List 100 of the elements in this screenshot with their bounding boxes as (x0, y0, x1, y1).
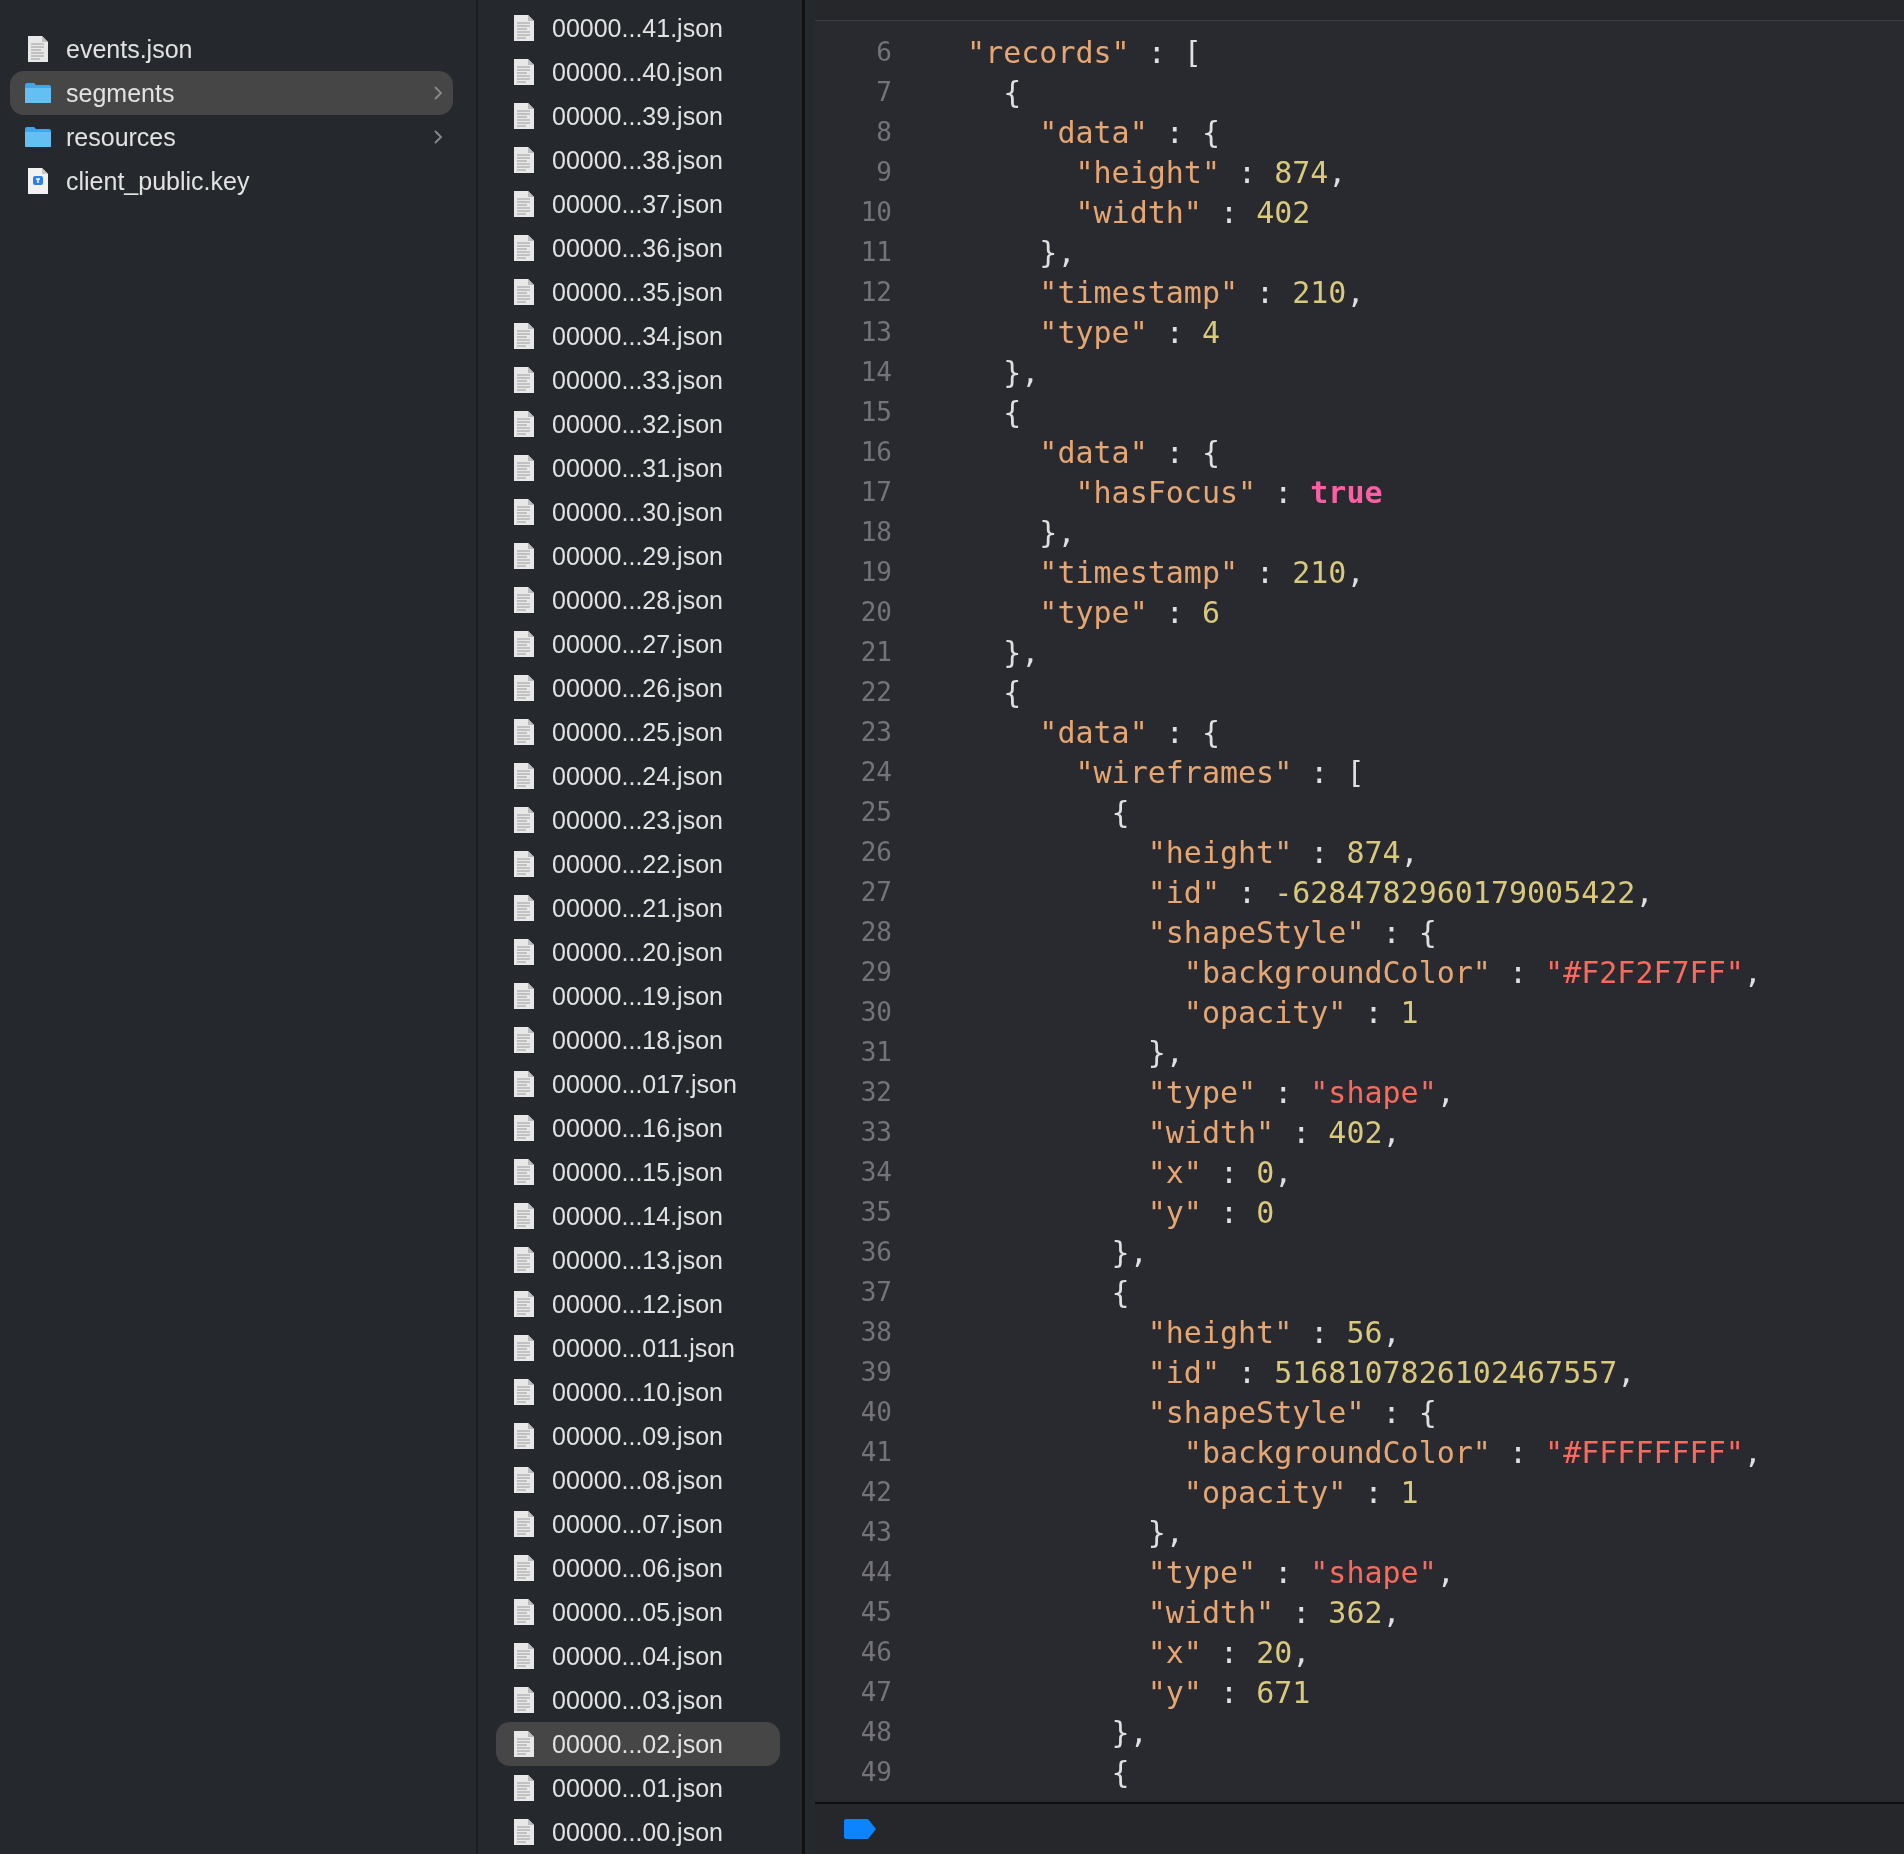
code-line: "type" : 6 (1038, 594, 1220, 630)
line-number: 16 (859, 437, 892, 467)
file-item[interactable]: 00000...18.json (496, 1018, 780, 1062)
file-item[interactable]: 00000...02.json (496, 1722, 780, 1766)
file-item[interactable]: 00000...15.json (496, 1150, 780, 1194)
file-item[interactable]: 00000...29.json (496, 534, 780, 578)
line-number: 44 (859, 1557, 892, 1587)
line-number: 31 (859, 1037, 892, 1067)
line-number: 48 (859, 1717, 892, 1747)
code-line: "id" : 5168107826102467557, (1146, 1354, 1636, 1390)
file-item[interactable]: 00000...41.json (496, 6, 780, 50)
document-icon (513, 850, 535, 878)
file-item[interactable]: 00000...07.json (496, 1502, 780, 1546)
line-number: 11 (859, 237, 892, 267)
file-item[interactable]: 00000...14.json (496, 1194, 780, 1238)
code-line: "type" : "shape", (1146, 1554, 1455, 1590)
sidebar-item[interactable]: resources (10, 115, 453, 159)
line-number: 10 (859, 197, 892, 227)
line-number: 42 (859, 1477, 892, 1507)
file-item[interactable]: 00000...35.json (496, 270, 780, 314)
file-item[interactable]: 00000...39.json (496, 94, 780, 138)
file-item[interactable]: 00000...03.json (496, 1678, 780, 1722)
file-item[interactable]: 00000...33.json (496, 358, 780, 402)
file-item[interactable]: 00000...37.json (496, 182, 780, 226)
line-number: 9 (875, 157, 892, 187)
code-line: "y" : 671 (1146, 1674, 1311, 1710)
file-item[interactable]: 00000...00.json (496, 1810, 780, 1854)
file-item[interactable]: 00000...26.json (496, 666, 780, 710)
file-item[interactable]: 00000...40.json (496, 50, 780, 94)
file-item[interactable]: 00000...36.json (496, 226, 780, 270)
code-line: "type" : "shape", (1146, 1074, 1455, 1110)
line-number: 36 (859, 1237, 892, 1267)
code-line: }, (1038, 234, 1076, 270)
file-item[interactable]: 00000...04.json (496, 1634, 780, 1678)
line-number: 33 (859, 1117, 892, 1147)
tag-icon[interactable] (843, 1818, 877, 1840)
document-icon (513, 1246, 535, 1274)
file-item[interactable]: 00000...38.json (496, 138, 780, 182)
line-number: 19 (859, 557, 892, 587)
file-item[interactable]: 00000...08.json (496, 1458, 780, 1502)
sidebar-item[interactable]: segments (10, 71, 453, 115)
file-item[interactable]: 00000...27.json (496, 622, 780, 666)
line-number: 7 (875, 77, 892, 107)
file-item[interactable]: 00000...16.json (496, 1106, 780, 1150)
sidebar-item[interactable]: events.json (10, 27, 453, 71)
code-line: "backgroundColor" : "#FFFFFFFF", (1182, 1434, 1762, 1470)
code-line: }, (1002, 634, 1040, 670)
code-line: "backgroundColor" : "#F2F2F7FF", (1182, 954, 1762, 990)
file-item[interactable]: 00000...19.json (496, 974, 780, 1018)
file-item[interactable]: 00000...05.json (496, 1590, 780, 1634)
file-item[interactable]: 00000...24.json (496, 754, 780, 798)
file-item[interactable]: 00000...20.json (496, 930, 780, 974)
line-number: 43 (859, 1517, 892, 1547)
document-icon (513, 146, 535, 174)
file-item[interactable]: 00000...10.json (496, 1370, 780, 1414)
file-item[interactable]: 00000...23.json (496, 798, 780, 842)
code-line: "id" : -6284782960179005422, (1146, 874, 1654, 910)
document-icon (513, 762, 535, 790)
code-line: "width" : 362, (1146, 1594, 1401, 1630)
file-item[interactable]: 00000...06.json (496, 1546, 780, 1590)
code-line: "timestamp" : 210, (1038, 554, 1365, 590)
code-line: }, (1110, 1234, 1148, 1270)
code-line: }, (1002, 354, 1040, 390)
code-line: "records" : [ (966, 34, 1202, 70)
document-icon (513, 454, 535, 482)
file-item[interactable]: 00000...017.json (496, 1062, 780, 1106)
code-line: "height" : 874, (1074, 154, 1347, 190)
code-line: "y" : 0 (1146, 1194, 1275, 1230)
document-icon (513, 586, 535, 614)
document-icon (513, 1026, 535, 1054)
code-line: "opacity" : 1 (1182, 1474, 1419, 1510)
line-number: 27 (859, 877, 892, 907)
file-item[interactable]: 00000...13.json (496, 1238, 780, 1282)
code-line: { (1002, 394, 1022, 430)
file-item[interactable]: 00000...22.json (496, 842, 780, 886)
line-number: 18 (859, 517, 892, 547)
line-number: 28 (859, 917, 892, 947)
document-icon (513, 190, 535, 218)
document-icon (513, 366, 535, 394)
code-line: "data" : { (1038, 114, 1220, 150)
file-item[interactable]: 00000...21.json (496, 886, 780, 930)
code-line: "width" : 402 (1074, 194, 1311, 230)
code-line: "height" : 874, (1146, 834, 1419, 870)
code-line: { (1110, 1754, 1130, 1790)
file-item[interactable]: 00000...34.json (496, 314, 780, 358)
file-item[interactable]: 00000...09.json (496, 1414, 780, 1458)
line-number: 37 (859, 1277, 892, 1307)
code-line: "wireframes" : [ (1074, 754, 1365, 790)
folder-icon (24, 126, 52, 148)
sidebar-item[interactable]: client_public.key (10, 159, 453, 203)
file-item[interactable]: 00000...32.json (496, 402, 780, 446)
file-item[interactable]: 00000...011.json (496, 1326, 780, 1370)
code-line: { (1002, 74, 1022, 110)
file-item[interactable]: 00000...31.json (496, 446, 780, 490)
file-item[interactable]: 00000...28.json (496, 578, 780, 622)
line-number: 8 (875, 117, 892, 147)
file-item[interactable]: 00000...25.json (496, 710, 780, 754)
file-item[interactable]: 00000...01.json (496, 1766, 780, 1810)
file-item[interactable]: 00000...30.json (496, 490, 780, 534)
file-item[interactable]: 00000...12.json (496, 1282, 780, 1326)
